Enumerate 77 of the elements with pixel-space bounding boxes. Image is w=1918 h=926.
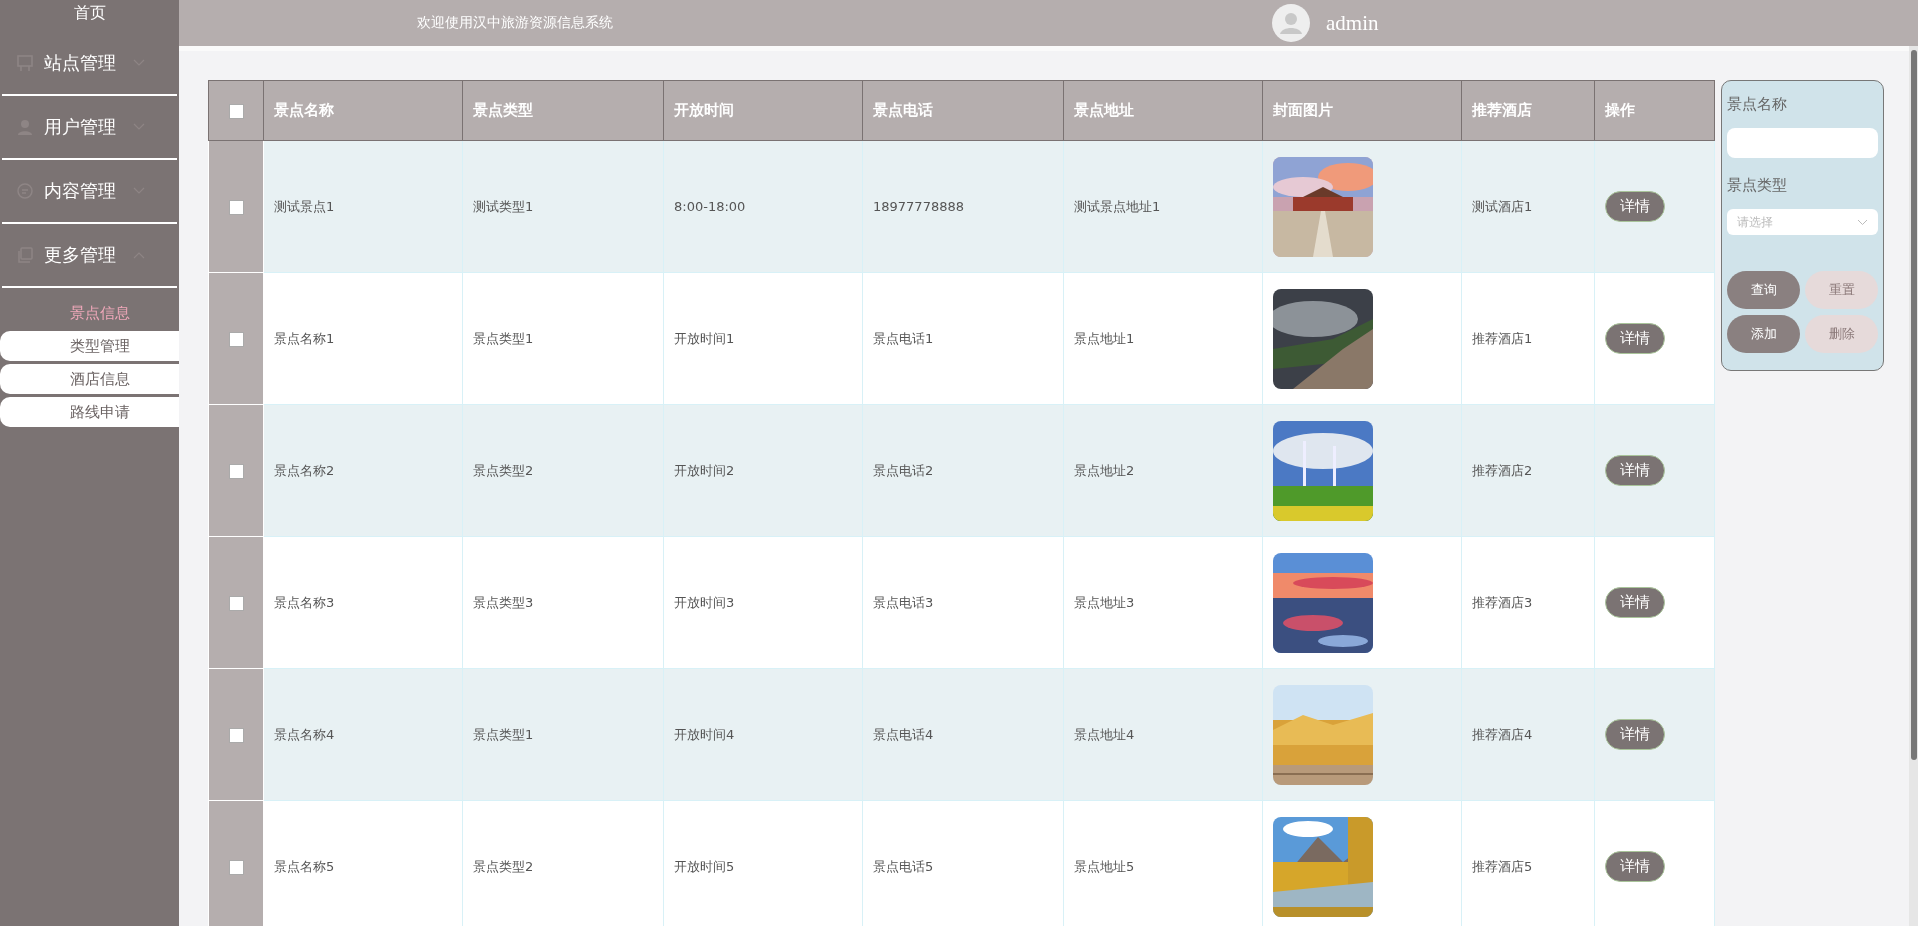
details-button[interactable]: 详情 <box>1605 851 1665 882</box>
column-header: 开放时间 <box>663 80 863 141</box>
details-button[interactable]: 详情 <box>1605 587 1665 618</box>
table-cell: 开放时间4 <box>674 726 735 742</box>
welcome-title: 欢迎使用汉中旅游资源信息系统 <box>417 14 614 32</box>
submenu-item[interactable]: 路线申请 <box>0 397 179 427</box>
field-label: 景点名称 <box>1727 95 1788 114</box>
details-button[interactable]: 详情 <box>1605 191 1665 222</box>
menu-item[interactable]: 站点管理 <box>2 32 177 96</box>
table-cell: 测试景点地址1 <box>1074 198 1161 214</box>
row-checkbox[interactable] <box>228 331 244 347</box>
table-cell: 景点地址5 <box>1074 858 1135 874</box>
table-cell: 推荐酒店4 <box>1472 726 1533 742</box>
table-cell: 景点电话2 <box>873 462 934 478</box>
table-cell: 景点名称3 <box>274 594 335 610</box>
panel-button[interactable]: 重置 <box>1805 271 1878 309</box>
submenu-item[interactable]: 酒店信息 <box>0 364 179 394</box>
avatar-icon[interactable] <box>1272 4 1310 42</box>
table-cell: 景点名称5 <box>274 858 335 874</box>
table-cell: 开放时间1 <box>674 330 735 346</box>
row-checkbox[interactable] <box>228 463 244 479</box>
table-cell: 景点地址3 <box>1074 594 1135 610</box>
column-header: 推荐酒店 <box>1461 80 1595 141</box>
name-input-field[interactable] <box>1727 128 1878 158</box>
table-cell: 景点地址1 <box>1074 330 1135 346</box>
table-cell: 景点类型2 <box>473 858 534 874</box>
panel-button[interactable]: 添加 <box>1727 315 1800 353</box>
table-cell: 景点类型1 <box>473 726 534 742</box>
table-cell: 景点地址4 <box>1074 726 1135 742</box>
menu-item[interactable]: 更多管理 <box>2 224 177 288</box>
table-cell: 开放时间2 <box>674 462 735 478</box>
table-cell: 景点电话1 <box>873 330 934 346</box>
table-cell: 开放时间5 <box>674 858 735 874</box>
details-button[interactable]: 详情 <box>1605 719 1665 750</box>
table-cell: 测试类型1 <box>473 198 534 214</box>
table-cell: 8:00-18:00 <box>674 199 746 214</box>
table-cell: 开放时间3 <box>674 594 735 610</box>
row-checkbox[interactable] <box>228 859 244 875</box>
submenu-item[interactable]: 类型管理 <box>0 331 179 361</box>
table-cell: 景点电话3 <box>873 594 934 610</box>
select-all-checkbox[interactable] <box>228 103 244 119</box>
table-cell: 推荐酒店1 <box>1472 330 1533 346</box>
table-cell: 景点名称2 <box>274 462 335 478</box>
panel-button[interactable]: 查询 <box>1727 271 1800 309</box>
column-header: 景点电话 <box>862 80 1064 141</box>
column-header: 封面图片 <box>1262 80 1462 141</box>
row-checkbox[interactable] <box>228 595 244 611</box>
field-label: 景点类型 <box>1727 176 1788 195</box>
details-button[interactable]: 详情 <box>1605 455 1665 486</box>
column-header: 景点名称 <box>263 80 463 141</box>
column-header: 景点类型 <box>462 80 664 141</box>
table-cell: 景点类型2 <box>473 462 534 478</box>
table-cell: 测试景点1 <box>274 198 335 214</box>
row-checkbox[interactable] <box>228 727 244 743</box>
column-header: 景点地址 <box>1063 80 1263 141</box>
table-cell: 推荐酒店3 <box>1472 594 1533 610</box>
submenu-item[interactable]: 景点信息 <box>0 298 179 328</box>
table-cell: 推荐酒店5 <box>1472 858 1533 874</box>
table-cell: 景点名称1 <box>274 330 335 346</box>
menu-item[interactable]: 用户管理 <box>2 96 177 160</box>
table-cell: 推荐酒店2 <box>1472 462 1533 478</box>
column-header: 操作 <box>1594 80 1715 141</box>
scrollbar-thumb[interactable] <box>1911 50 1917 760</box>
table-cell: 景点电话4 <box>873 726 934 742</box>
table-cell: 景点地址2 <box>1074 462 1135 478</box>
table-cell: 景点电话5 <box>873 858 934 874</box>
table-cell: 景点名称4 <box>274 726 335 742</box>
table-cell: 景点类型3 <box>473 594 534 610</box>
table-cell: 景点类型1 <box>473 330 534 346</box>
home-link[interactable]: 首页 <box>73 2 106 24</box>
details-button[interactable]: 详情 <box>1605 323 1665 354</box>
panel-button[interactable]: 删除 <box>1805 315 1878 353</box>
menu-item[interactable]: 内容管理 <box>2 160 177 224</box>
row-checkbox[interactable] <box>228 199 244 215</box>
table-cell: 测试酒店1 <box>1472 198 1533 214</box>
chevron-icon <box>1857 218 1868 226</box>
table-cell: 18977778888 <box>873 199 964 214</box>
